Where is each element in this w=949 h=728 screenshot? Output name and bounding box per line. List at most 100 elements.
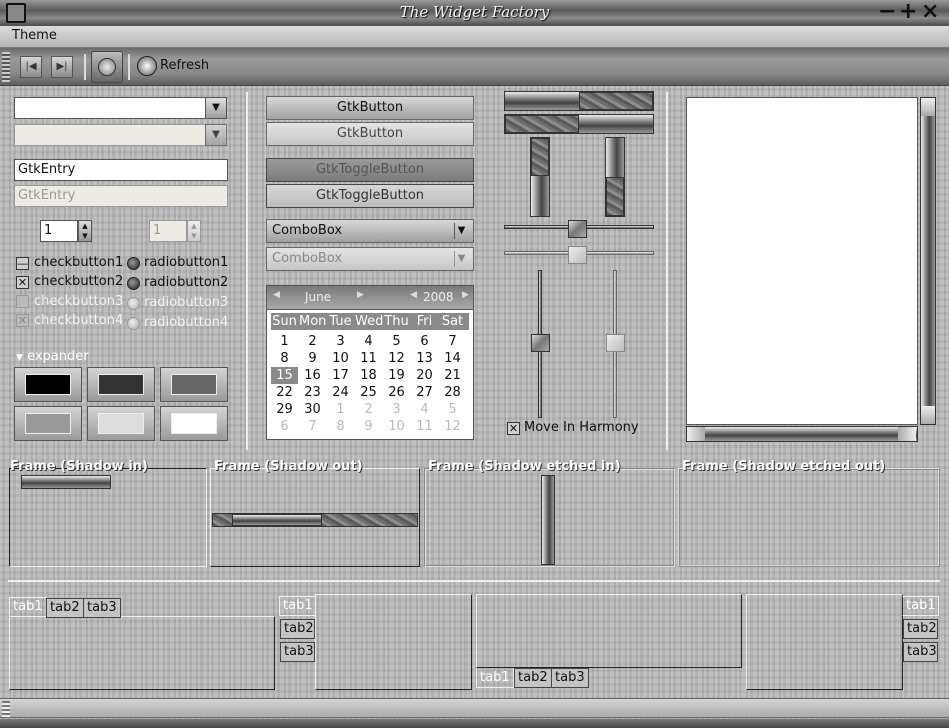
color-button-white[interactable] xyxy=(160,406,228,441)
calendar-day[interactable]: 18 xyxy=(355,367,382,384)
calendar-day[interactable]: 7 xyxy=(299,418,326,435)
prev-year-icon[interactable]: ◀ xyxy=(410,290,417,300)
calendar-day[interactable]: 9 xyxy=(355,418,382,435)
spin-button[interactable]: 1 xyxy=(40,220,78,242)
notebook-right-tab3[interactable]: tab3 xyxy=(903,642,938,662)
checkbutton1-box[interactable]: — xyxy=(16,257,29,270)
combo-box[interactable]: ComboBox xyxy=(266,219,474,243)
notebook-left-tab2[interactable]: tab2 xyxy=(280,619,315,639)
refresh-icon[interactable] xyxy=(137,56,157,76)
calendar-day[interactable]: 6 xyxy=(271,418,298,435)
calendar-day[interactable]: 5 xyxy=(439,401,466,418)
calendar-day[interactable]: 8 xyxy=(327,418,354,435)
menu-theme[interactable]: Theme xyxy=(12,28,57,43)
calendar-day[interactable]: 6 xyxy=(411,333,438,350)
color-button-black[interactable] xyxy=(14,367,82,402)
calendar-day[interactable]: 9 xyxy=(299,350,326,367)
calendar-day[interactable]: 5 xyxy=(383,333,410,350)
notebook-left-tab1[interactable]: tab1 xyxy=(279,596,316,616)
move-in-harmony-box[interactable]: ✕ xyxy=(507,422,520,435)
calendar[interactable]: ◀ June ▶ ◀ 2008 ▶ Sun Mon Tue Wed Thu Fr… xyxy=(266,285,474,440)
checkbutton1-label[interactable]: checkbutton1 xyxy=(34,254,123,272)
minimize-icon[interactable]: − xyxy=(878,1,896,23)
radiobutton2-dot[interactable] xyxy=(127,277,140,290)
calendar-day[interactable]: 17 xyxy=(327,367,354,384)
checkbutton2-label[interactable]: checkbutton2 xyxy=(34,273,123,291)
notebook-top-tab2[interactable]: tab2 xyxy=(46,598,84,618)
toggle-tool-button[interactable] xyxy=(91,51,123,83)
color-button-light[interactable] xyxy=(87,406,155,441)
move-in-harmony-label[interactable]: Move In Harmony xyxy=(524,419,639,437)
horizontal-scrollbar[interactable] xyxy=(686,426,918,442)
refresh-button-label[interactable]: Refresh xyxy=(160,58,209,73)
checkbutton2-box[interactable]: ✕ xyxy=(16,276,29,289)
calendar-day[interactable]: 16 xyxy=(299,367,326,384)
calendar-day[interactable]: 24 xyxy=(327,384,354,401)
notebook-left-tab3[interactable]: tab3 xyxy=(280,642,315,662)
calendar-day[interactable]: 3 xyxy=(383,401,410,418)
calendar-day[interactable]: 19 xyxy=(383,367,410,384)
calendar-day[interactable]: 30 xyxy=(299,401,326,418)
calendar-day[interactable]: 11 xyxy=(355,350,382,367)
hscroll-left-icon[interactable] xyxy=(687,427,705,441)
calendar-day[interactable]: 12 xyxy=(439,418,466,435)
calendar-day[interactable]: 25 xyxy=(355,384,382,401)
combo-entry-arrow[interactable]: ▼ xyxy=(205,97,227,119)
radiobutton2-label[interactable]: radiobutton2 xyxy=(144,274,228,292)
prev-month-icon[interactable]: ◀ xyxy=(273,290,280,300)
next-month-icon[interactable]: ▶ xyxy=(357,290,364,300)
vertical-scrollbar[interactable] xyxy=(920,97,936,425)
toolbar-grip[interactable] xyxy=(2,52,10,82)
next-year-icon[interactable]: ▶ xyxy=(462,290,469,300)
calendar-day[interactable]: 1 xyxy=(327,401,354,418)
gtk-toggle-button[interactable]: GtkToggleButton xyxy=(266,184,474,208)
calendar-day[interactable]: 15 xyxy=(271,367,298,384)
calendar-day[interactable]: 14 xyxy=(439,350,466,367)
notebook-bottom-tab1[interactable]: tab1 xyxy=(476,668,514,688)
calendar-day[interactable]: 2 xyxy=(355,401,382,418)
calendar-day[interactable]: 8 xyxy=(271,350,298,367)
last-icon[interactable]: ▶| xyxy=(51,56,73,78)
gtk-toggle-button-active[interactable]: GtkToggleButton xyxy=(266,158,474,182)
expander[interactable]: ▼ expander xyxy=(16,348,89,367)
color-button-dark[interactable] xyxy=(87,367,155,402)
color-button-mid[interactable] xyxy=(14,406,82,441)
hscroll-right-icon[interactable] xyxy=(898,427,916,441)
notebook-right-tab1[interactable]: tab1 xyxy=(902,596,939,616)
calendar-day[interactable]: 27 xyxy=(411,384,438,401)
notebook-bottom-tab3[interactable]: tab3 xyxy=(551,668,589,688)
close-icon[interactable]: × xyxy=(921,1,939,23)
calendar-day[interactable]: 7 xyxy=(439,333,466,350)
calendar-day[interactable]: 4 xyxy=(411,401,438,418)
hslider-1-thumb[interactable] xyxy=(568,220,587,238)
calendar-day[interactable]: 11 xyxy=(411,418,438,435)
calendar-day[interactable]: 21 xyxy=(439,367,466,384)
calendar-day[interactable]: 20 xyxy=(411,367,438,384)
vscroll-up-icon[interactable] xyxy=(921,98,935,116)
spin-arrows[interactable]: ▲ ▼ xyxy=(78,220,92,242)
calendar-day[interactable]: 1 xyxy=(271,333,298,350)
calendar-day[interactable]: 28 xyxy=(439,384,466,401)
gtk-button[interactable]: GtkButton xyxy=(266,96,474,120)
combo-entry[interactable] xyxy=(14,97,206,119)
text-view[interactable] xyxy=(686,97,918,425)
notebook-top-tab3[interactable]: tab3 xyxy=(83,598,121,618)
color-button-gray[interactable] xyxy=(160,367,228,402)
calendar-day[interactable]: 22 xyxy=(271,384,298,401)
gtk-entry[interactable]: GtkEntry xyxy=(14,159,228,181)
vslider-1-thumb[interactable] xyxy=(531,334,550,352)
calendar-day[interactable]: 2 xyxy=(299,333,326,350)
calendar-day[interactable]: 12 xyxy=(383,350,410,367)
calendar-day[interactable]: 3 xyxy=(327,333,354,350)
radiobutton1-dot[interactable] xyxy=(127,257,140,270)
notebook-bottom-tab2[interactable]: tab2 xyxy=(514,668,552,688)
calendar-day[interactable]: 23 xyxy=(299,384,326,401)
calendar-day[interactable]: 13 xyxy=(411,350,438,367)
radiobutton1-label[interactable]: radiobutton1 xyxy=(144,254,228,272)
maximize-icon[interactable]: + xyxy=(899,1,917,23)
calendar-day[interactable]: 10 xyxy=(383,418,410,435)
vscroll-down-icon[interactable] xyxy=(921,406,935,424)
notebook-top-tab1[interactable]: tab1 xyxy=(9,597,47,617)
notebook-right-tab2[interactable]: tab2 xyxy=(903,619,938,639)
calendar-day[interactable]: 4 xyxy=(355,333,382,350)
